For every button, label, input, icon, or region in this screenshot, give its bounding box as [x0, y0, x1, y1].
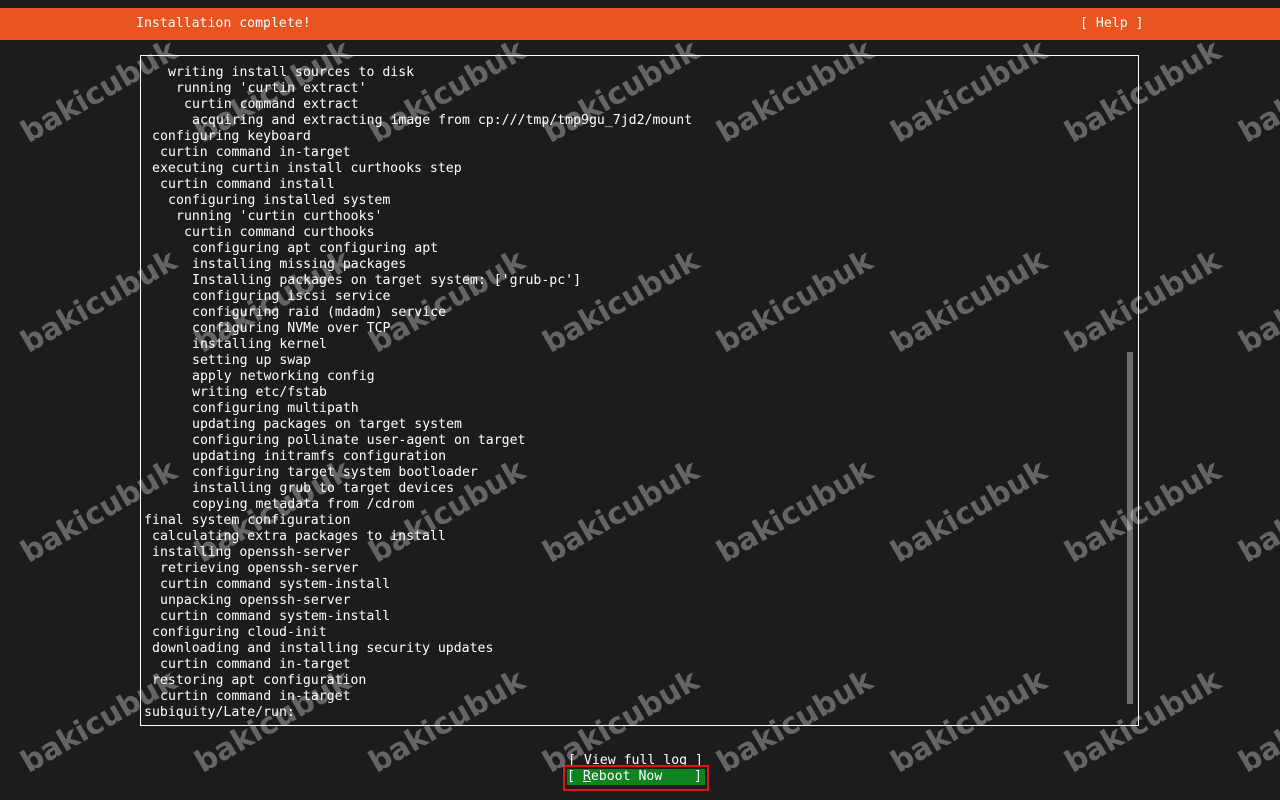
help-button[interactable]: [ Help ]: [1080, 16, 1144, 32]
log-line: configuring keyboard: [152, 129, 311, 144]
install-log-lines: writing install sources to disk running '…: [144, 65, 1104, 721]
log-line: executing curtin install curthooks step: [152, 161, 462, 176]
log-line: installing openssh-server: [152, 545, 351, 560]
log-line: calculating extra packages to install: [152, 529, 446, 544]
log-line: updating packages on target system: [192, 417, 462, 432]
log-line: subiquity/Late/run:: [144, 705, 295, 720]
log-line: curtin command install: [160, 177, 335, 192]
install-log-panel[interactable]: writing install sources to disk running '…: [140, 55, 1139, 726]
page-title: Installation complete!: [136, 16, 311, 31]
reboot-hotkey-letter: R: [582, 769, 591, 784]
log-line: Installing packages on target system: ['…: [192, 273, 582, 288]
log-line: configuring pollinate user-agent on targ…: [192, 433, 526, 448]
log-line: curtin command curthooks: [184, 225, 375, 240]
reboot-bracket-open: [: [567, 769, 583, 784]
header-bar: Installation complete! [ Help ]: [0, 8, 1280, 40]
log-line: unpacking openssh-server: [160, 593, 351, 608]
log-line: configuring apt configuring apt: [192, 241, 439, 256]
log-line: writing install sources to disk: [168, 65, 415, 80]
log-line: copying metadata from /cdrom: [192, 497, 415, 512]
log-line: running 'curtin curthooks': [176, 209, 383, 224]
log-line: curtin command in-target: [160, 145, 351, 160]
watermark-text: bakicubuk: [1233, 243, 1280, 361]
log-line: curtin command in-target: [160, 657, 351, 672]
log-line: curtin command extract: [184, 97, 359, 112]
log-line: installing kernel: [192, 337, 327, 352]
log-line: setting up swap: [192, 353, 312, 368]
log-line: installing grub to target devices: [192, 481, 455, 496]
log-line: downloading and installing security upda…: [152, 641, 494, 656]
log-line: restoring apt configuration: [152, 673, 367, 688]
reboot-label-rest: eboot Now ]: [590, 769, 702, 784]
watermark-text: bakicubuk: [1233, 33, 1280, 151]
log-line: retrieving openssh-server: [160, 561, 359, 576]
log-line: curtin command system-install: [160, 577, 391, 592]
log-line: curtin command in-target: [160, 689, 351, 704]
log-line: apply networking config: [192, 369, 375, 384]
log-scrollbar[interactable]: [1127, 352, 1133, 704]
watermark-text: bakicubuk: [1233, 453, 1280, 571]
log-line: configuring raid (mdadm) service: [192, 305, 447, 320]
top-strip: [0, 0, 1280, 8]
log-line: configuring iscsi service: [192, 289, 391, 304]
watermark-text: bakicubuk: [1233, 663, 1280, 781]
log-line: configuring NVMe over TCP: [192, 321, 391, 336]
log-line: acquiring and extracting image from cp:/…: [192, 113, 693, 128]
log-line: configuring target system bootloader: [192, 465, 478, 480]
log-line: configuring cloud-init: [152, 625, 327, 640]
log-line: configuring multipath: [192, 401, 359, 416]
log-line: updating initramfs configuration: [192, 449, 447, 464]
reboot-now-button[interactable]: [ Reboot Now ]: [567, 769, 705, 785]
log-line: configuring installed system: [168, 193, 391, 208]
log-line: writing etc/fstab: [192, 385, 327, 400]
log-line: running 'curtin extract': [176, 81, 367, 96]
log-line: installing missing packages: [192, 257, 407, 272]
log-line: curtin command system-install: [160, 609, 391, 624]
log-line: final system configuration: [144, 513, 351, 528]
